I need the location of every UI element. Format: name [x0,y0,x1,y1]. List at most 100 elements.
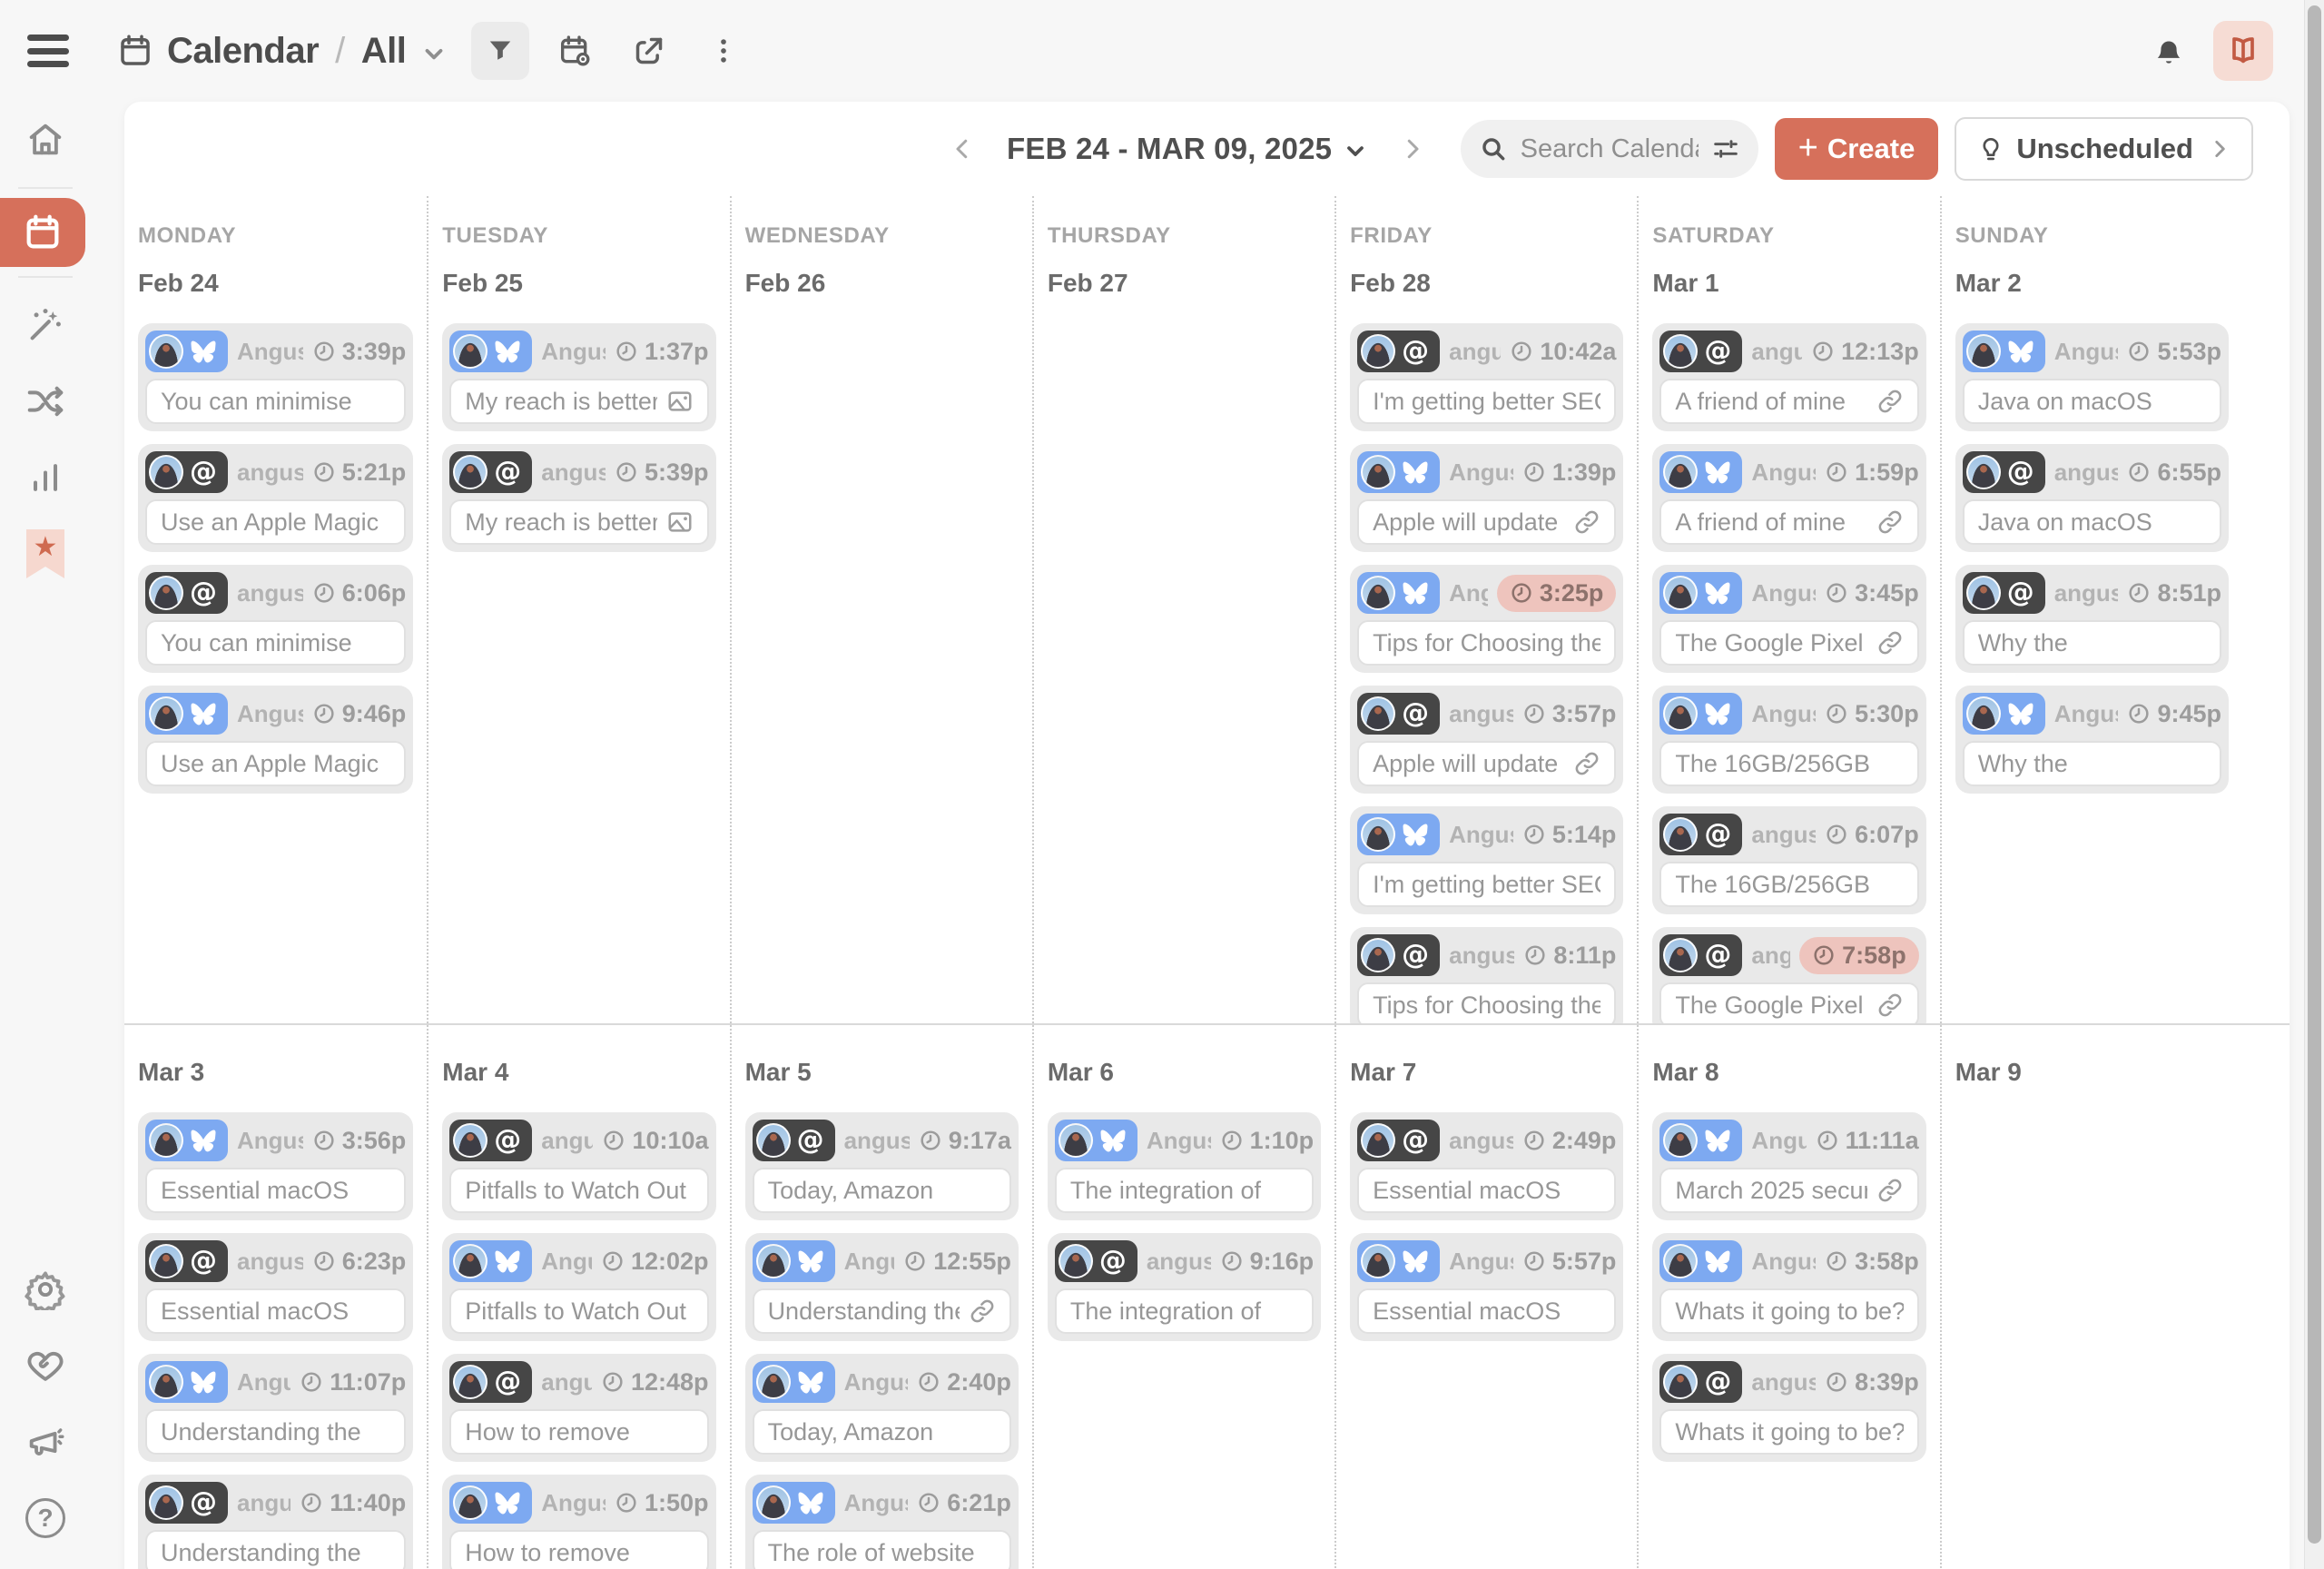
post-card[interactable]: @angu...7:58pThe Google Pixel 8a [1652,927,1925,1023]
post-card[interactable]: Angus ...1:39pApple will update [1350,444,1623,552]
post-card[interactable]: Angu...11:07pUnderstanding the [138,1354,413,1462]
post-card[interactable]: @angus...5:39pMy reach is better [442,444,715,552]
post-card[interactable]: Angus ...5:30pThe 16GB/256GB [1652,686,1925,794]
platform-pill: @ [145,451,228,493]
date-range-selector[interactable]: FEB 24 - MAR 09, 2025 [1007,132,1368,166]
bluesky-icon [2007,702,2034,726]
post-card[interactable]: @angus_...6:55pJava on macOS [1955,444,2229,552]
post-time-text: 12:48p [631,1368,709,1396]
post-card[interactable]: @angus...6:23pEssential macOS [138,1233,413,1341]
hamburger-menu-icon[interactable] [27,35,69,67]
post-card[interactable]: Angus ...6:21pThe role of website [745,1475,1019,1569]
post-card[interactable]: Angus ...3:45pThe Google Pixel 8a [1652,565,1925,673]
post-card[interactable]: @angus...8:39pWhats it going to be? [1652,1354,1925,1462]
notifications-bell-icon[interactable] [2150,32,2188,70]
post-card[interactable]: @angus_...8:51pWhy the [1955,565,2229,673]
calendar-settings-button[interactable] [546,22,604,80]
post-card[interactable]: Angus ...5:53pJava on macOS [1955,323,2229,431]
post-card[interactable]: Angus ...3:58pWhats it going to be? [1652,1233,1925,1341]
account-name: angu... [1751,942,1790,970]
page-scrollbar-thumb[interactable] [2308,5,2321,1544]
search-bar[interactable] [1461,120,1758,178]
post-time: 6:06p [312,579,407,607]
unscheduled-button[interactable]: Unscheduled [1955,117,2253,181]
platform-pill [1963,331,2045,372]
post-text: I'm getting better SEO [1373,388,1600,416]
post-card[interactable]: Angus ...2:40pToday, Amazon [745,1354,1019,1462]
sidebar-item-saved[interactable]: ★ [0,516,91,592]
post-card[interactable]: Angus...11:11aMarch 2025 security [1652,1112,1925,1220]
threads-icon: @ [1402,700,1429,727]
clock-icon [615,460,638,484]
post-text: Java on macOS [1978,508,2206,537]
post-card[interactable]: Angus ...1:59pA friend of mine [1652,444,1925,552]
post-card[interactable]: @angus...3:57pApple will update [1350,686,1623,794]
post-card[interactable]: @angus...11:40pUnderstanding the [138,1475,413,1569]
sidebar-item-announcements[interactable] [0,1404,91,1480]
post-card[interactable]: @angus...6:06pYou can minimise [138,565,413,673]
calendar-toolbar: FEB 24 - MAR 09, 2025 Today [124,102,2290,196]
post-card[interactable]: Angu...12:02pPitfalls to Watch Out [442,1233,715,1341]
post-card[interactable]: Angus ...1:50pHow to remove [442,1475,715,1569]
clock-icon [903,1249,927,1273]
avatar [1361,696,1395,731]
post-card[interactable]: Angus ...9:45pWhy the [1955,686,2229,794]
avatar [453,1244,487,1278]
post-time: 3:58p [1825,1248,1919,1276]
post-card[interactable]: @angus...12:13pA friend of mine [1652,323,1925,431]
post-card-header: Angus ...9:46p [145,693,406,735]
create-button[interactable]: + Create [1775,118,1939,180]
reading-list-button[interactable] [2213,21,2273,81]
post-card[interactable]: @angus_...5:21pUse an Apple Magic [138,444,413,552]
post-card[interactable]: @angus...2:49pEssential macOS [1350,1112,1623,1220]
post-card-header: Angus ...3:58p [1659,1240,1918,1282]
sidebar-item-shuffle[interactable] [0,363,91,439]
filter-button[interactable] [471,22,529,80]
kebab-menu-button[interactable] [694,22,753,80]
sidebar-item-referral[interactable] [0,1327,91,1404]
breadcrumb-section[interactable]: Calendar [167,31,319,72]
post-card[interactable]: Angus ...5:57pEssential macOS [1350,1233,1623,1341]
breadcrumb-view-selector[interactable]: All [361,31,407,72]
day-posts: @angus...10:10aPitfalls to Watch Out Angu… [442,1112,715,1569]
account-name: Angus ... [1147,1127,1211,1155]
sidebar-item-calendar-active[interactable] [0,198,85,267]
search-filters-icon[interactable] [1711,134,1740,163]
search-input[interactable] [1521,134,1699,164]
post-card[interactable]: @angus...10:10aPitfalls to Watch Out [442,1112,715,1220]
next-week-chevron-icon[interactable] [1392,128,1433,170]
page-scrollbar-track[interactable] [2304,0,2324,1569]
post-card[interactable]: Angu...12:55pUnderstanding the [745,1233,1019,1341]
post-card[interactable]: Angus ...1:37pMy reach is better [442,323,715,431]
clock-icon [312,581,336,605]
post-card[interactable]: @angus...9:16pThe integration of [1048,1233,1321,1341]
platform-pill: @ [1659,1361,1742,1403]
post-card[interactable]: Angu...3:25pTips for Choosing the [1350,565,1623,673]
sidebar-item-analytics[interactable] [0,439,91,516]
post-card[interactable]: @angu...12:48pHow to remove [442,1354,715,1462]
post-card[interactable]: @angus...10:42aI'm getting better SEO [1350,323,1623,431]
magic-wand-icon [25,304,66,346]
post-card[interactable]: Angus ...3:56pEssential macOS [138,1112,413,1220]
share-button[interactable] [620,22,678,80]
post-card[interactable]: @angus_...8:11pTips for Choosing the [1350,927,1623,1023]
post-text: Understanding the [161,1539,390,1567]
sidebar-item-help[interactable]: ? [0,1480,91,1556]
sidebar-item-ai-assistant[interactable] [0,287,91,363]
post-preview: A friend of mine [1659,499,1918,545]
post-time: 9:45p [2127,700,2221,728]
post-card[interactable]: Angus ...9:46pUse an Apple Magic [138,686,413,794]
post-time: 8:51p [2127,579,2221,607]
chevron-down-icon[interactable] [420,40,448,67]
prev-week-chevron-icon[interactable] [941,128,983,170]
post-card-header: @angus...6:23p [145,1240,406,1282]
post-card[interactable]: @angus...6:07pThe 16GB/256GB [1652,806,1925,914]
day-posts: Angus ...3:39pYou can minimise @angus_...… [138,323,413,794]
sidebar-item-home[interactable] [0,102,91,178]
post-card[interactable]: Angus ...5:14pI'm getting better SEO [1350,806,1623,914]
post-card[interactable]: Angus ...3:39pYou can minimise [138,323,413,431]
post-card[interactable]: @angus_...9:17aToday, Amazon [745,1112,1019,1220]
sidebar-item-settings[interactable] [0,1251,91,1327]
post-card[interactable]: Angus ...1:10pThe integration of [1048,1112,1321,1220]
avatar [149,1365,183,1399]
